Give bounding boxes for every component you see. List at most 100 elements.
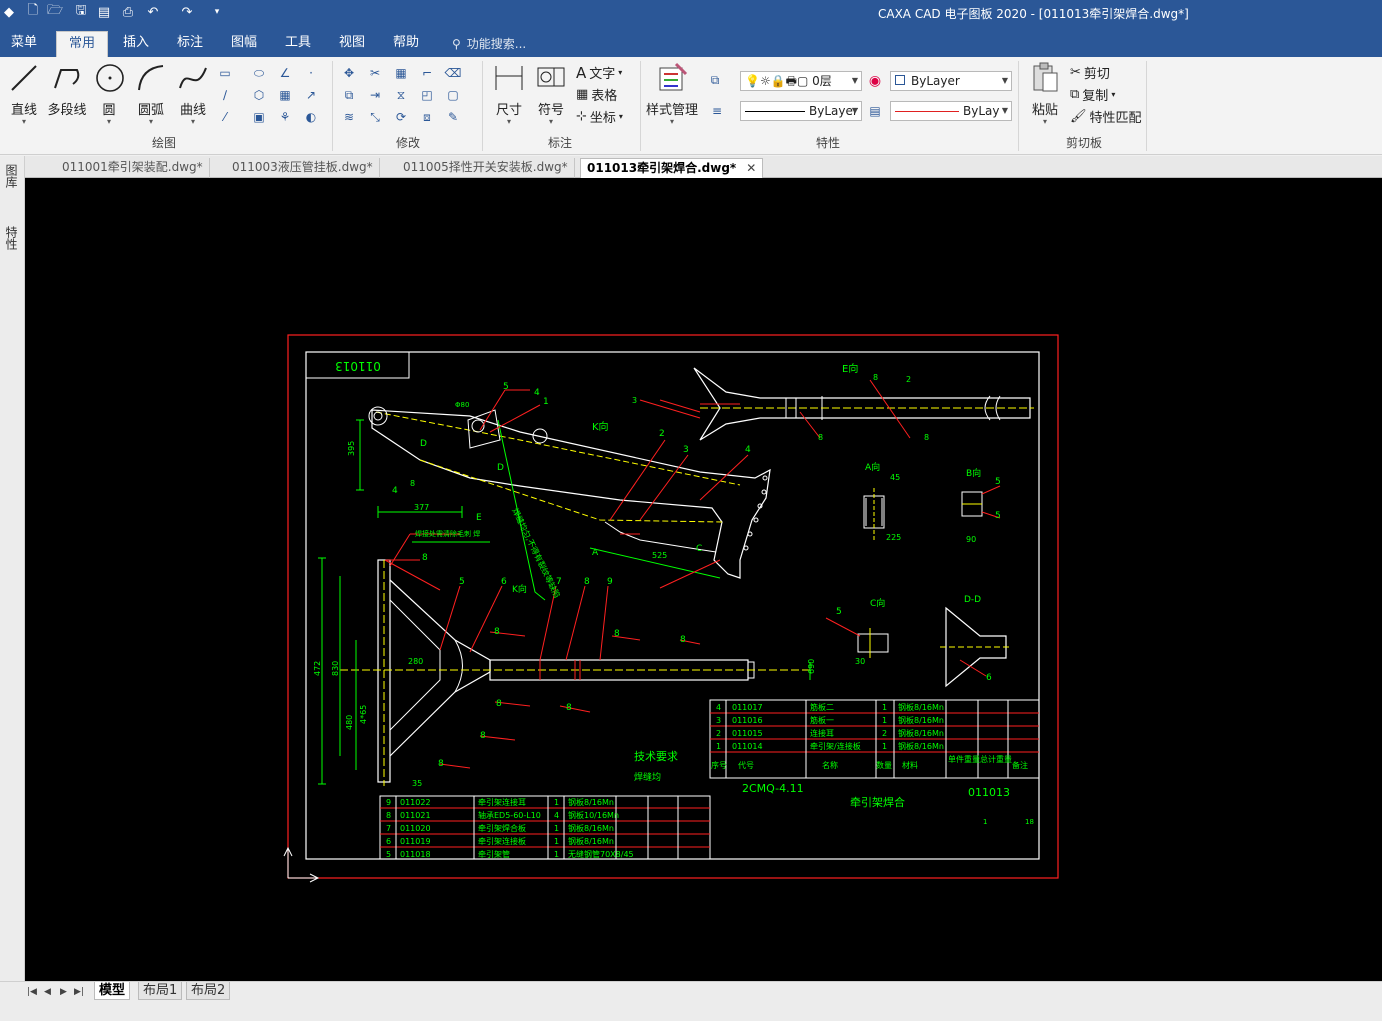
prev-layout-icon[interactable]: ◀ bbox=[44, 987, 51, 997]
header-qty: 数量 bbox=[876, 760, 892, 770]
layer-manager-icon[interactable]: ⧉ bbox=[706, 71, 724, 89]
coordinate-button[interactable]: ⊹ 坐标 ▾ bbox=[576, 107, 623, 126]
properties-panel-tab[interactable]: 特性 bbox=[4, 226, 20, 250]
dimension-label: 尺寸 bbox=[495, 103, 522, 118]
separator bbox=[1146, 61, 1147, 151]
color-wheel-icon[interactable]: ◉ bbox=[866, 72, 884, 90]
match-properties-button[interactable]: 🖌 特性匹配 bbox=[1070, 107, 1142, 126]
next-layout-icon[interactable]: ▶ bbox=[60, 987, 67, 997]
tab-help[interactable]: 帮助 bbox=[384, 31, 428, 57]
part-qty: 4 bbox=[554, 811, 559, 820]
fill-icon[interactable]: ◐ bbox=[302, 108, 320, 126]
draw-group-label: 绘图 bbox=[151, 136, 176, 150]
tab-sheet[interactable]: 图幅 bbox=[222, 31, 266, 57]
stretch-icon[interactable]: ⤡ bbox=[366, 108, 384, 126]
svg-text:8: 8 bbox=[584, 577, 590, 587]
lineweight-menu-icon[interactable]: ≡ bbox=[708, 102, 726, 120]
pattern-icon[interactable]: ⚘ bbox=[276, 108, 294, 126]
table-button[interactable]: ▦ 表格 bbox=[576, 85, 617, 104]
color-select[interactable]: ByLayer ▼ bbox=[890, 71, 1012, 91]
move-icon[interactable]: ✥ bbox=[340, 64, 358, 82]
part-code: 011019 bbox=[400, 837, 431, 846]
app-logo-icon[interactable]: ◆ bbox=[0, 3, 18, 21]
redo-icon[interactable]: ↷ bbox=[178, 3, 196, 21]
paste-button[interactable]: 粘贴 ▾ bbox=[1026, 61, 1064, 126]
lineweight-select[interactable]: ByLay ▼ bbox=[890, 101, 1012, 121]
arc-button[interactable]: 圆弧 ▾ bbox=[132, 61, 170, 126]
first-layout-icon[interactable]: |◀ bbox=[27, 987, 37, 997]
library-panel-tab[interactable]: 图库 bbox=[4, 164, 20, 188]
rectangle-icon[interactable]: ▭ bbox=[216, 64, 234, 82]
doc-tab-label: 011001牵引架装配.dwg* bbox=[62, 160, 203, 174]
arrow-icon[interactable]: ↗ bbox=[302, 86, 320, 104]
part-name: 牵引架焊合板 bbox=[478, 823, 526, 833]
table-icon: ▦ bbox=[576, 87, 589, 102]
svg-text:Φ80: Φ80 bbox=[455, 401, 469, 409]
copy-label: 复制 bbox=[1082, 89, 1109, 104]
angle-line-icon[interactable]: ∠ bbox=[276, 64, 294, 82]
curve-button[interactable]: 曲线 ▾ bbox=[174, 61, 212, 126]
doc-tab-011003[interactable]: 011003液压管挂板.dwg* bbox=[226, 158, 380, 178]
undo-icon[interactable]: ↶ bbox=[144, 3, 162, 21]
scale-icon[interactable]: ◰ bbox=[418, 86, 436, 104]
svg-text:K向: K向 bbox=[512, 583, 527, 595]
centerline-icon[interactable]: ⁄ bbox=[216, 108, 234, 126]
symbol-button[interactable]: 符号 ▾ bbox=[532, 61, 570, 126]
close-tab-icon[interactable]: ✕ bbox=[746, 161, 756, 175]
feature-search[interactable]: ⚲ 功能搜索... bbox=[452, 35, 526, 52]
doc-tab-011001[interactable]: 011001牵引架装配.dwg* bbox=[56, 158, 210, 178]
color-value: ByLayer bbox=[911, 74, 960, 88]
polyline-button[interactable]: 多段线 bbox=[46, 61, 88, 118]
offset-icon[interactable]: ≋ bbox=[340, 108, 358, 126]
svg-text:5: 5 bbox=[459, 577, 465, 587]
linetype-select[interactable]: ByLayer ▼ bbox=[740, 101, 862, 121]
circle-button[interactable]: 圆 ▾ bbox=[92, 61, 126, 126]
tab-home[interactable]: 常用 bbox=[56, 31, 108, 57]
doc-tab-011013[interactable]: 011013牵引架焊合.dwg* ✕ bbox=[580, 158, 764, 178]
tab-menu[interactable]: 菜单 bbox=[2, 31, 46, 57]
quick-access-more-icon[interactable]: ▾ bbox=[208, 3, 226, 21]
last-layout-icon[interactable]: ▶| bbox=[74, 987, 84, 997]
part-no: 9 bbox=[386, 798, 391, 807]
c-view: C向 30 5 bbox=[825, 597, 889, 666]
layout-tab-model[interactable]: 模型 bbox=[94, 982, 131, 1000]
linetype-scale-icon[interactable]: ▤ bbox=[866, 102, 884, 120]
layout-tab-2[interactable]: 布局2 bbox=[186, 982, 231, 1000]
text-button[interactable]: A 文字 ▾ bbox=[576, 63, 622, 83]
doc-tab-011005[interactable]: 011005择性开关安装板.dwg* bbox=[397, 158, 575, 178]
explode-icon[interactable]: ▢ bbox=[444, 86, 462, 104]
edit-icon[interactable]: ✎ bbox=[444, 108, 462, 126]
cut-button[interactable]: ✂ 剪切 bbox=[1070, 63, 1110, 82]
new-file-icon[interactable]: 🗋 bbox=[24, 3, 42, 21]
eraser-icon[interactable]: ⌫ bbox=[444, 64, 462, 82]
copy-button[interactable]: ⧉ 复制 ▾ bbox=[1070, 85, 1115, 104]
array-icon[interactable]: ▦ bbox=[392, 64, 410, 82]
tab-annotate[interactable]: 标注 bbox=[168, 31, 212, 57]
polygon-icon[interactable]: ⬡ bbox=[250, 86, 268, 104]
print-icon[interactable]: ⎙ bbox=[119, 3, 137, 21]
break-icon[interactable]: ⧈ bbox=[418, 108, 436, 126]
save-icon[interactable]: 🖫 bbox=[72, 3, 90, 21]
ellipse-icon[interactable]: ⬭ bbox=[250, 64, 268, 82]
layout-tab-1[interactable]: 布局1 bbox=[138, 982, 183, 1000]
layer-select[interactable]: 💡☼🔒🖶▢ 0层 ▼ bbox=[740, 71, 862, 91]
copy-object-icon[interactable]: ⧉ bbox=[340, 86, 358, 104]
trim-icon[interactable]: ✂ bbox=[366, 64, 384, 82]
tab-view[interactable]: 视图 bbox=[330, 31, 374, 57]
style-manager-button[interactable]: 样式管理 ▾ bbox=[644, 61, 700, 126]
drawing-canvas[interactable]: 011013 395 377 525 K向 D D E A C 4 8 5 4 … bbox=[25, 178, 1382, 981]
hatch-icon[interactable]: ▦ bbox=[276, 86, 294, 104]
tab-tools[interactable]: 工具 bbox=[276, 31, 320, 57]
line-button[interactable]: 直线 ▾ bbox=[6, 61, 42, 126]
save-all-icon[interactable]: ▤ bbox=[95, 3, 113, 21]
fillet-icon[interactable]: ⌐ bbox=[418, 64, 436, 82]
block-icon[interactable]: ▣ bbox=[250, 108, 268, 126]
mirror-icon[interactable]: ⧖ bbox=[392, 86, 410, 104]
open-file-icon[interactable]: 🗁 bbox=[46, 3, 64, 21]
extend-icon[interactable]: ⇥ bbox=[366, 86, 384, 104]
parallel-line-icon[interactable]: ∕ bbox=[216, 86, 234, 104]
point-icon[interactable]: · bbox=[302, 64, 320, 82]
tab-insert[interactable]: 插入 bbox=[114, 31, 158, 57]
dimension-button[interactable]: 尺寸 ▾ bbox=[490, 61, 528, 126]
rotate-icon[interactable]: ⟳ bbox=[392, 108, 410, 126]
